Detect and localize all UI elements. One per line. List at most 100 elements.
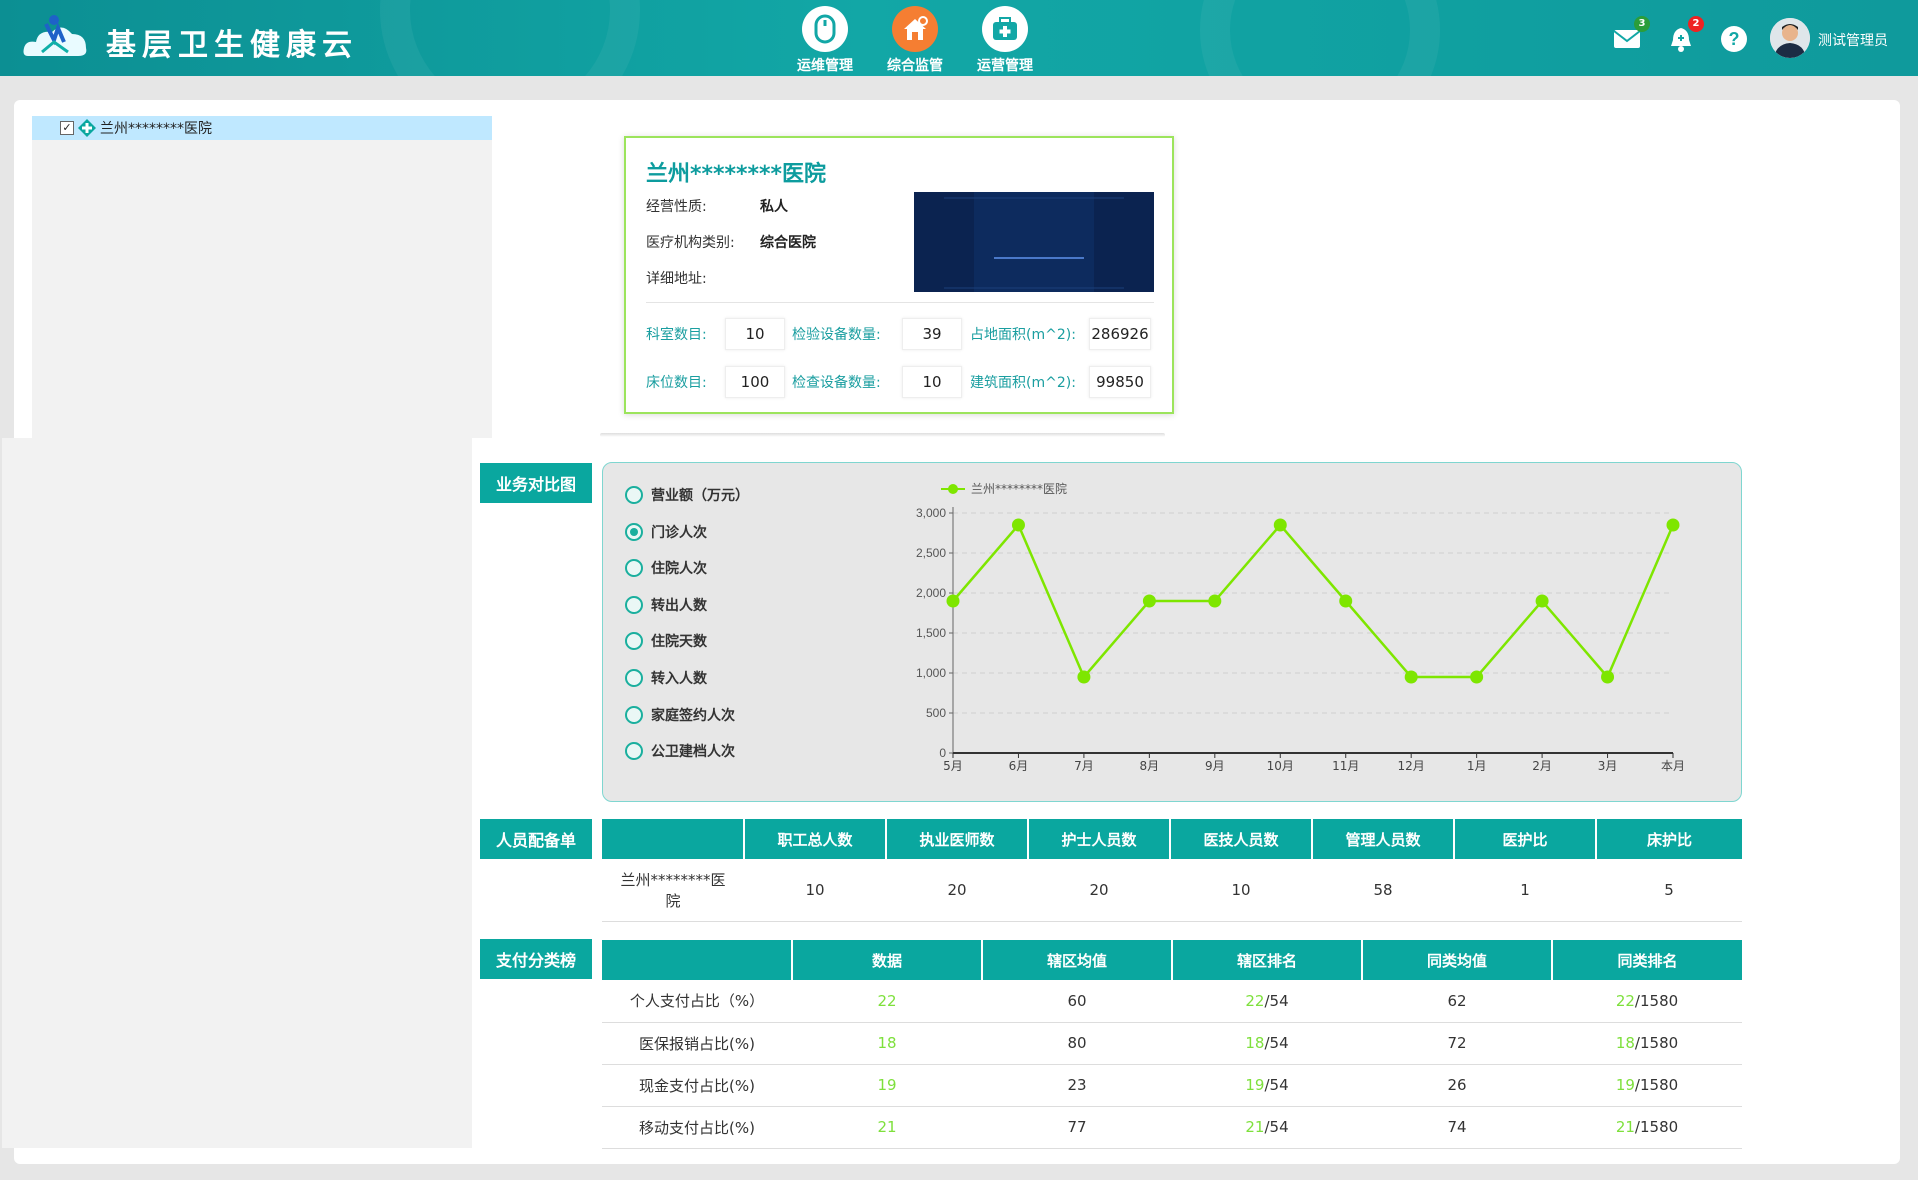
data-point (1601, 670, 1615, 684)
payment-table: 数据 辖区均值 辖区排名 同类均值 同类排名 个人支付占比（%） 22 60 22/54 62 2… (602, 940, 1742, 1149)
column-header: 执业医师数 (885, 819, 1028, 859)
x-tick-label: 12月 (1398, 759, 1425, 773)
tree-node-label: 兰州********医院 (100, 121, 212, 137)
x-tick-label: 3月 (1598, 759, 1618, 773)
table-cell: 10 (744, 859, 886, 922)
svg-text:?: ? (1729, 29, 1740, 49)
section-tag-payment: 支付分类榜 (480, 939, 592, 979)
field-value: 综合医院 (760, 235, 816, 251)
stat-value: 10 (725, 318, 785, 350)
table-cell: 21 (792, 1106, 982, 1149)
table-cell: 60 (982, 980, 1172, 1023)
logo-icon (23, 15, 87, 56)
x-tick-label: 2月 (1532, 759, 1552, 773)
x-tick-label: 5月 (943, 759, 963, 773)
mouse-icon (802, 6, 848, 52)
x-tick-label: 9月 (1205, 759, 1225, 773)
nav-label: 运营管理 (977, 58, 1033, 74)
column-header (602, 819, 744, 859)
table-row: 移动支付占比(%) 21 77 21/54 74 21/1580 (602, 1106, 1742, 1149)
table-cell: 22 (792, 980, 982, 1023)
column-header: 管理人员数 (1311, 819, 1454, 859)
column-header: 医技人员数 (1169, 819, 1312, 859)
table-cell: 58 (1312, 859, 1454, 922)
data-point (1666, 518, 1680, 532)
table-row: 医保报销占比(%) 18 80 18/54 72 18/1580 (602, 1022, 1742, 1065)
table-cell: 20 (1028, 859, 1170, 922)
table-cell: 10 (1170, 859, 1312, 922)
nav-comprehensive-supervision[interactable]: 综合监管 (870, 6, 960, 75)
table-cell: 21/54 (1172, 1106, 1362, 1149)
nav-operations-management[interactable]: 运营管理 (960, 6, 1050, 75)
table-cell: 5 (1596, 859, 1742, 922)
x-tick-label: 7月 (1074, 759, 1094, 773)
column-header: 同类均值 (1361, 940, 1552, 980)
nav-ops-maintenance[interactable]: 运维管理 (780, 6, 870, 75)
tree-checkbox[interactable]: ✓ (60, 121, 74, 135)
bell-icon[interactable]: 2 (1666, 16, 1704, 54)
section-tag-business: 业务对比图 (480, 463, 592, 503)
hospital-name: 兰州********医院 (646, 162, 827, 187)
nav-label: 综合监管 (887, 58, 943, 74)
top-header: 基层卫生健康云 运维管理 综合监管 运营管理 3 2 ? 测试管理员 (0, 0, 1918, 76)
user-name[interactable]: 测试管理员 (1818, 30, 1888, 50)
column-header: 医护比 (1453, 819, 1596, 859)
table-cell: 21/1580 (1552, 1106, 1742, 1149)
x-tick-label: 11月 (1332, 759, 1359, 773)
x-tick-label: 8月 (1140, 759, 1160, 773)
table-row: 个人支付占比（%） 22 60 22/54 62 22/1580 (602, 980, 1742, 1023)
table-cell: 26 (1362, 1064, 1552, 1107)
section-tag-staff: 人员配备单 (480, 819, 592, 859)
column-header: 辖区排名 (1171, 940, 1362, 980)
column-header: 数据 (791, 940, 982, 980)
y-tick-label: 2,000 (916, 586, 946, 600)
stat-label: 占地面积(m^2): (970, 327, 1076, 343)
table-cell: 22/1580 (1552, 980, 1742, 1023)
divider (646, 302, 1154, 303)
data-point (1535, 594, 1549, 608)
data-point (1208, 594, 1222, 608)
help-icon[interactable]: ? (1719, 24, 1749, 54)
table-cell: 23 (982, 1064, 1172, 1107)
y-tick-label: 3,000 (916, 506, 946, 520)
org-tree: ✓ 兰州********医院 (32, 116, 492, 438)
table-cell: 62 (1362, 980, 1552, 1023)
column-header: 床护比 (1595, 819, 1742, 859)
mail-icon[interactable]: 3 (1612, 16, 1650, 54)
table-cell: 77 (982, 1106, 1172, 1149)
field-label: 经营性质: (646, 199, 707, 215)
data-point (1077, 670, 1091, 684)
y-tick-label: 0 (939, 746, 946, 760)
home-settings-icon (892, 6, 938, 52)
table-cell: 18/1580 (1552, 1022, 1742, 1065)
card-shadow (600, 433, 1165, 437)
stat-label: 检查设备数量: (792, 375, 881, 391)
medical-kit-icon (982, 6, 1028, 52)
stat-value: 99850 (1089, 366, 1151, 398)
app-title: 基层卫生健康云 (106, 28, 358, 63)
staff-table: 职工总人数 执业医师数 护士人员数 医技人员数 管理人员数 医护比 床护比 兰州******… (602, 819, 1742, 922)
table-cell: 22/54 (1172, 980, 1362, 1023)
stat-value: 10 (902, 366, 962, 398)
legend-label: 兰州********医院 (971, 482, 1067, 496)
series-line (952, 522, 1675, 680)
stat-label: 床位数目: (646, 375, 707, 391)
stat-label: 检验设备数量: (792, 327, 881, 343)
table-cell: 19/1580 (1552, 1064, 1742, 1107)
data-point (1273, 518, 1287, 532)
x-tick-label: 1月 (1467, 759, 1487, 773)
field-value: 私人 (760, 199, 788, 215)
table-cell: 移动支付占比(%) (602, 1106, 792, 1149)
avatar[interactable] (1770, 18, 1810, 58)
hospital-image (914, 192, 1154, 292)
y-tick-label: 500 (926, 706, 946, 720)
field-label: 详细地址: (646, 271, 707, 287)
stat-value: 286926 (1089, 318, 1151, 350)
y-tick-label: 1,000 (916, 666, 946, 680)
table-cell: 个人支付占比（%） (602, 980, 792, 1023)
table-cell: 1 (1454, 859, 1596, 922)
stat-value: 100 (725, 366, 785, 398)
column-header: 护士人员数 (1027, 819, 1170, 859)
table-cell: 18 (792, 1022, 982, 1065)
tree-node-hospital[interactable]: ✓ 兰州********医院 (32, 116, 492, 140)
